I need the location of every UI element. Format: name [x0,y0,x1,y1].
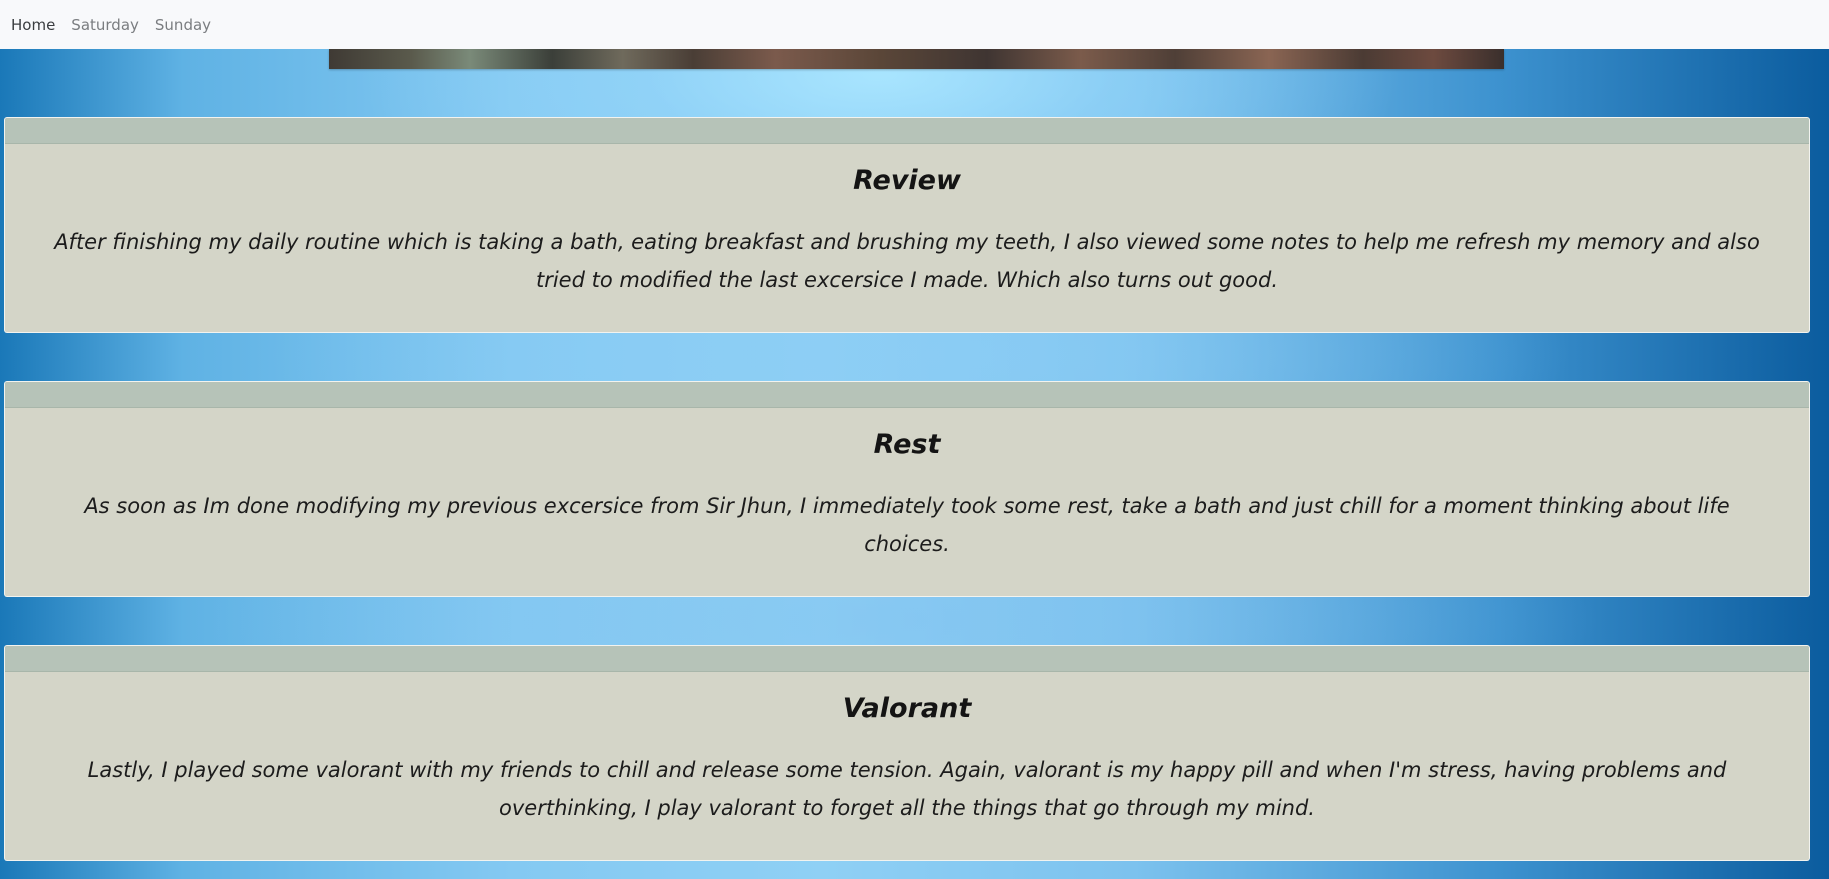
nav-saturday-link[interactable]: Saturday [71,16,139,34]
card-title: Valorant [842,693,972,724]
card-header [5,118,1809,144]
card-header [5,646,1809,672]
card-text: As soon as Im done modifying my previous… [84,494,1730,556]
card-header [5,382,1809,408]
top-navbar: Home Saturday Sunday [0,0,1829,49]
valorant-card: Valorant Lastly, I played some valorant … [4,645,1810,861]
card-title: Review [853,165,961,196]
card-text: Lastly, I played some valorant with my f… [87,758,1727,820]
card-text: After finishing my daily routine which i… [54,230,1760,292]
review-card: Review After finishing my daily routine … [4,117,1810,333]
header-photo [329,49,1504,69]
card-title: Rest [873,429,941,460]
card-body: Review After finishing my daily routine … [5,144,1809,299]
card-body: Valorant Lastly, I played some valorant … [5,672,1809,827]
rest-card: Rest As soon as Im done modifying my pre… [4,381,1810,597]
nav-home-link[interactable]: Home [11,16,55,34]
nav-sunday-link[interactable]: Sunday [155,16,211,34]
card-body: Rest As soon as Im done modifying my pre… [5,408,1809,563]
